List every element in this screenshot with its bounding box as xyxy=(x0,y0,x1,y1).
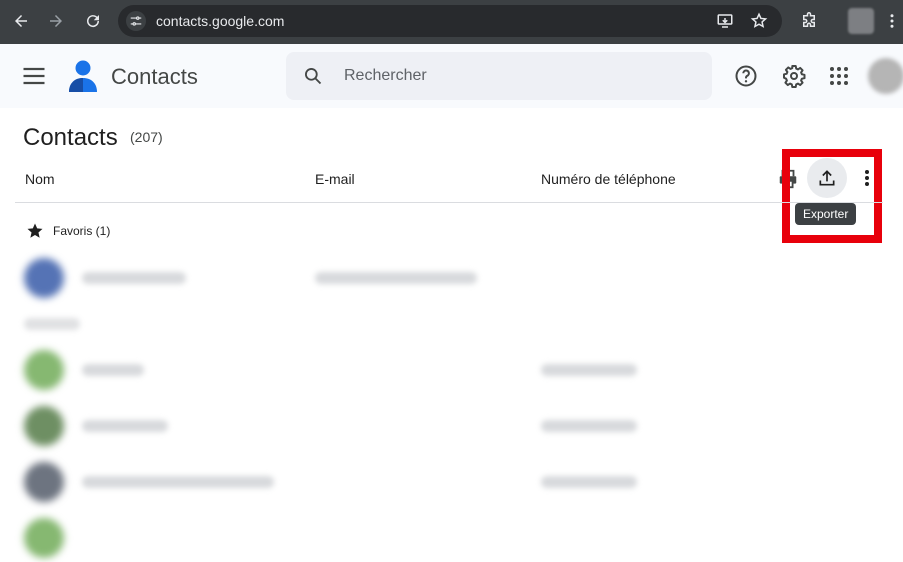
contacts-count: (207) xyxy=(130,129,163,145)
search-icon[interactable] xyxy=(303,66,323,86)
apps-grid-icon[interactable] xyxy=(827,64,851,88)
extensions-icon[interactable] xyxy=(795,7,823,35)
contact-row[interactable] xyxy=(0,344,903,394)
contact-row[interactable] xyxy=(0,512,903,562)
contact-row[interactable] xyxy=(0,456,903,506)
url-text[interactable]: contacts.google.com xyxy=(156,13,284,29)
search-input[interactable] xyxy=(344,66,684,86)
app-title[interactable]: Contacts xyxy=(111,64,198,90)
column-header-email: E-mail xyxy=(315,171,355,187)
back-icon[interactable] xyxy=(7,7,35,35)
bookmark-star-icon[interactable] xyxy=(750,12,768,30)
address-bar[interactable]: contacts.google.com xyxy=(118,5,782,37)
highlight-box xyxy=(782,149,882,243)
column-header-name: Nom xyxy=(25,171,55,187)
contact-name-redacted xyxy=(82,476,274,488)
app-header: Contacts xyxy=(0,44,903,108)
contact-avatar xyxy=(24,406,64,446)
column-header-phone: Numéro de téléphone xyxy=(541,171,676,187)
contact-avatar xyxy=(24,258,64,298)
contact-name-redacted xyxy=(82,272,186,284)
contact-name-redacted xyxy=(82,364,144,376)
help-icon[interactable] xyxy=(734,64,758,88)
browser-toolbar: contacts.google.com xyxy=(0,0,903,44)
account-avatar[interactable] xyxy=(868,58,903,94)
contact-name-redacted xyxy=(82,420,168,432)
contact-phone-redacted xyxy=(541,420,637,432)
contact-phone-redacted xyxy=(541,476,637,488)
contact-row[interactable] xyxy=(0,252,903,302)
contact-email-redacted xyxy=(315,272,477,284)
star-icon xyxy=(26,222,44,240)
contacts-logo-icon xyxy=(66,58,100,94)
favorites-section-label: Favoris (1) xyxy=(53,224,111,238)
contact-phone-redacted xyxy=(541,364,637,376)
reload-icon[interactable] xyxy=(79,7,107,35)
site-settings-icon[interactable] xyxy=(126,11,146,31)
install-app-icon[interactable] xyxy=(716,12,734,30)
contact-avatar xyxy=(24,462,64,502)
contact-avatar xyxy=(24,518,64,558)
forward-icon[interactable] xyxy=(42,7,70,35)
main-menu-icon[interactable] xyxy=(20,62,48,90)
settings-gear-icon[interactable] xyxy=(782,64,806,88)
page-title: Contacts xyxy=(23,124,118,151)
header-divider xyxy=(15,202,883,203)
contacts-section-label-redacted xyxy=(24,318,80,330)
search-bar[interactable] xyxy=(286,52,712,100)
browser-menu-icon[interactable] xyxy=(884,7,900,35)
contact-avatar xyxy=(24,350,64,390)
contact-row[interactable] xyxy=(0,400,903,450)
browser-profile-avatar[interactable] xyxy=(848,8,874,34)
